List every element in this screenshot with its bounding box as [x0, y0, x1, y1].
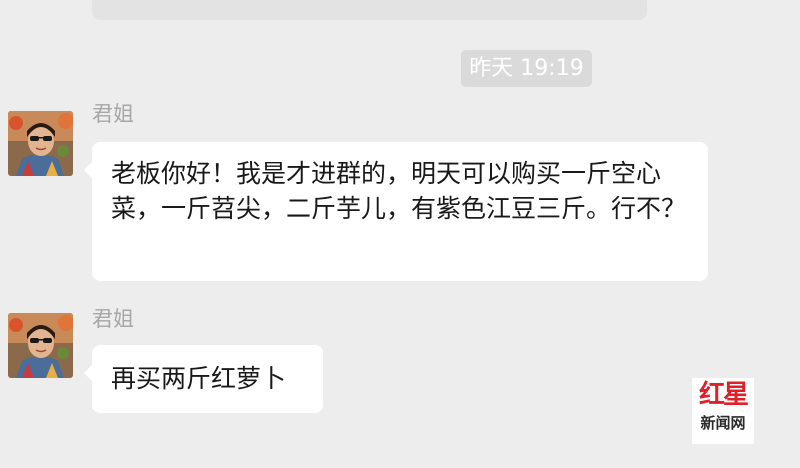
avatar-photo-icon [8, 313, 73, 378]
message-text: 老板你好！我是才进群的，明天可以购买一斤空心菜，一斤苕尖，二斤芋儿，有紫色江豆三… [111, 159, 687, 223]
sender-name: 君姐 [92, 307, 134, 331]
watermark-brand: 红星 [698, 380, 749, 410]
watermark-logo: 红星 新闻网 [692, 378, 754, 444]
sender-name: 君姐 [92, 102, 134, 126]
avatar[interactable] [8, 111, 73, 176]
timestamp: 昨天 19:19 [461, 50, 592, 87]
watermark-sub: 新闻网 [700, 414, 746, 432]
message-text: 再买两斤红萝卜 [111, 364, 287, 393]
message-bubble[interactable]: 老板你好！我是才进群的，明天可以购买一斤空心菜，一斤苕尖，二斤芋儿，有紫色江豆三… [84, 142, 708, 281]
message-bubble[interactable]: 再买两斤红萝卜 [84, 345, 323, 413]
avatar[interactable] [8, 313, 73, 378]
previous-message-bubble[interactable]: 去超 [92, 0, 647, 20]
avatar-photo-icon [8, 111, 73, 176]
